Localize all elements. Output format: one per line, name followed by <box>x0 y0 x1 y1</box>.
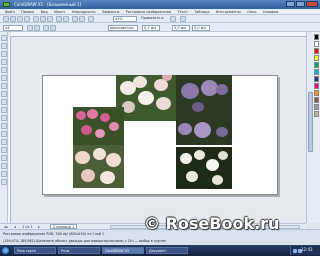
start-button[interactable] <box>1 246 10 255</box>
table-tool-icon[interactable] <box>1 123 7 129</box>
menu-table[interactable]: Таблица <box>194 10 209 14</box>
photo-pink-clusters[interactable] <box>73 107 124 145</box>
toolbox <box>0 32 8 227</box>
dimension-tool-icon[interactable] <box>1 131 7 137</box>
menu-text[interactable]: Текст <box>177 10 187 14</box>
menu-view[interactable]: Вид <box>41 10 48 14</box>
palette-swatch[interactable] <box>314 90 319 96</box>
cut-icon[interactable] <box>33 16 39 22</box>
palette-swatch[interactable] <box>314 34 319 40</box>
window-title: CorelDRAW X5 - [Безымянный-1] <box>14 2 82 7</box>
drawing-workspace[interactable] <box>11 37 306 223</box>
menu-layout[interactable]: Макет <box>54 10 65 14</box>
outline-tool-icon[interactable] <box>1 163 7 169</box>
property-bar: A4 миллиметры 0,1 мм 5,0 мм 5,0 мм <box>0 23 320 32</box>
palette-swatch[interactable] <box>314 111 319 117</box>
fill-tool-icon[interactable] <box>1 171 7 177</box>
save-icon[interactable] <box>17 16 23 22</box>
palette-swatch[interactable] <box>314 76 319 82</box>
status-object-info: Растровое изображение RGB, 300 dpi (600x… <box>3 232 105 236</box>
paste-icon[interactable] <box>47 16 53 22</box>
photo-lilac-roses-2[interactable] <box>176 121 232 145</box>
palette-swatch[interactable] <box>314 62 319 68</box>
crop-tool-icon[interactable] <box>1 51 7 57</box>
palette-swatch[interactable] <box>314 55 319 61</box>
shape-tool-icon[interactable] <box>1 43 7 49</box>
close-button[interactable] <box>306 1 318 7</box>
text-tool-icon[interactable] <box>1 115 7 121</box>
open-icon[interactable] <box>10 16 16 22</box>
all-pages-icon[interactable] <box>43 24 49 31</box>
duplicate-y-field[interactable]: 5,0 мм <box>192 24 210 31</box>
connector-tool-icon[interactable] <box>1 139 7 145</box>
maximize-button[interactable] <box>296 1 305 7</box>
color-palette <box>313 32 320 223</box>
freehand-tool-icon[interactable] <box>1 67 7 73</box>
network-icon[interactable] <box>293 249 297 253</box>
current-page-icon[interactable] <box>50 24 56 31</box>
menu-tools[interactable]: Инструменты <box>216 10 241 14</box>
portrait-icon[interactable] <box>27 24 33 31</box>
standard-toolbar: 43% Привязать к <box>0 15 320 23</box>
basic-shapes-tool-icon[interactable] <box>1 107 7 113</box>
new-document-icon[interactable] <box>3 16 9 22</box>
import-icon[interactable] <box>72 16 78 22</box>
palette-swatch[interactable] <box>314 48 319 54</box>
polygon-tool-icon[interactable] <box>1 99 7 105</box>
menu-file[interactable]: Файл <box>5 10 15 14</box>
status-cursor-hint: (159,474; 189,962) Щелкните объект дважд… <box>3 239 166 243</box>
photo-white-roses-dark[interactable] <box>176 147 232 189</box>
rectangle-tool-icon[interactable] <box>1 83 7 89</box>
copy-icon[interactable] <box>40 16 46 22</box>
landscape-icon[interactable] <box>34 24 40 31</box>
print-icon[interactable] <box>24 16 30 22</box>
taskbar-item[interactable]: Документ <box>146 247 188 254</box>
coreldraw-app-icon <box>3 2 10 7</box>
nudge-distance-field[interactable]: 0,1 мм <box>142 24 160 31</box>
taskbar-item[interactable]: Роза сорта <box>14 247 56 254</box>
pick-tool-icon[interactable] <box>1 35 7 41</box>
blend-tool-icon[interactable] <box>1 147 7 153</box>
menu-bitmaps[interactable]: Растровые изображения <box>126 10 171 14</box>
ellipse-tool-icon[interactable] <box>1 91 7 97</box>
photo-lilac-roses[interactable] <box>176 75 232 121</box>
taskbar-item-active[interactable]: CorelDRAW X5 <box>102 247 144 254</box>
menu-edit[interactable]: Правка <box>21 10 34 14</box>
palette-swatch[interactable] <box>314 41 319 47</box>
menu-arrange[interactable]: Упорядочить <box>72 10 96 14</box>
photo-white-roses[interactable] <box>116 75 176 121</box>
zoom-level-combo[interactable]: 43% <box>113 16 137 22</box>
taskbar: Роза сорта Розы CorelDRAW X5 Документ 12… <box>0 245 320 256</box>
menu-help[interactable]: Справка <box>263 10 278 14</box>
snap-to-label[interactable]: Привязать к <box>140 16 168 22</box>
palette-swatch[interactable] <box>314 69 319 75</box>
units-combo[interactable]: миллиметры <box>108 24 138 31</box>
vertical-scrollbar[interactable] <box>306 32 313 223</box>
photo-peach-roses[interactable] <box>73 145 124 188</box>
smart-fill-tool-icon[interactable] <box>1 75 7 81</box>
taskbar-item[interactable]: Розы <box>58 247 100 254</box>
undo-icon[interactable] <box>56 16 62 22</box>
eyedropper-tool-icon[interactable] <box>1 155 7 161</box>
snap-options-icon[interactable] <box>170 16 176 22</box>
minimize-button[interactable] <box>286 1 295 7</box>
menu-window[interactable]: Окно <box>247 10 256 14</box>
palette-swatch[interactable] <box>314 83 319 89</box>
menu-effects[interactable]: Эффекты <box>102 10 120 14</box>
palette-swatch[interactable] <box>314 104 319 110</box>
duplicate-x-field[interactable]: 5,0 мм <box>172 24 190 31</box>
palette-swatch[interactable] <box>314 97 319 103</box>
launcher-icon[interactable] <box>88 16 94 22</box>
redo-icon[interactable] <box>63 16 69 22</box>
options-icon[interactable] <box>180 16 186 22</box>
export-icon[interactable] <box>79 16 85 22</box>
zoom-tool-icon[interactable] <box>1 59 7 65</box>
rosebook-watermark: © RoseBook.ru <box>144 214 280 233</box>
title-bar: CorelDRAW X5 - [Безымянный-1] <box>0 0 320 9</box>
clock: 12:43 <box>301 247 313 252</box>
paper-size-combo[interactable]: A4 <box>3 24 23 31</box>
interactive-fill-tool-icon[interactable] <box>1 179 7 185</box>
